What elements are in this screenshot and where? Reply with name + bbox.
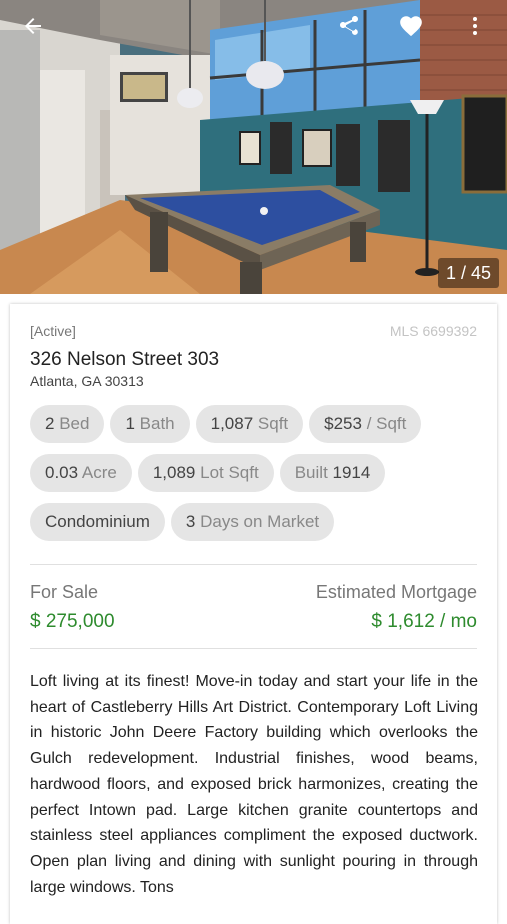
chip-property-type: Condominium — [30, 503, 165, 541]
share-icon — [340, 16, 358, 35]
more-vertical-icon — [473, 17, 477, 35]
mls-number: MLS 6699392 — [389, 323, 477, 339]
listing-status: [Active] — [30, 323, 76, 339]
chip-acre: 0.03 Acre — [30, 454, 132, 492]
photo-counter: 1 / 45 — [437, 258, 499, 288]
chip-beds: 2 Bed — [30, 405, 105, 443]
arrow-left-icon — [25, 18, 41, 34]
for-sale-label: For Sale — [30, 582, 99, 602]
chip-lot-sqft: 1,089 Lot Sqft — [137, 454, 274, 492]
address-line1: 326 Nelson Street 303 — [30, 349, 220, 370]
mortgage-value[interactable]: $ 1,612 / mo — [371, 611, 477, 633]
mortgage-label[interactable]: Estimated Mortgage — [316, 582, 477, 603]
listing-photo-image — [0, 0, 507, 294]
chip-price-per-sqft: $253 / Sqft — [309, 405, 422, 443]
address-line2: Atlanta, GA 30313 — [30, 373, 144, 389]
sale-price: $ 275,000 — [30, 611, 115, 632]
listing-details-card: [Active] MLS 6699392 326 Nelson Street 3… — [10, 304, 497, 924]
divider — [30, 564, 477, 565]
divider — [30, 648, 477, 649]
listing-description: Loft living at its finest! Move-in today… — [30, 673, 478, 896]
chip-year-built: Built 1914 — [279, 454, 386, 492]
property-facts: 2 Bed 1 Bath 1,087 Sqft $253 / Sqft 0.03 Acr… — [30, 405, 490, 552]
listing-photo[interactable]: 1 / 45 — [0, 0, 507, 294]
chip-sqft: 1,087 Sqft — [195, 405, 304, 443]
chip-baths: 1 Bath — [110, 405, 190, 443]
back-button[interactable] — [19, 12, 47, 40]
more-options-button[interactable] — [461, 12, 489, 40]
favorite-button[interactable] — [397, 12, 425, 40]
share-button[interactable] — [335, 12, 363, 40]
chip-days-on-market: 3 Days on Market — [170, 503, 335, 541]
heart-icon — [400, 16, 422, 37]
